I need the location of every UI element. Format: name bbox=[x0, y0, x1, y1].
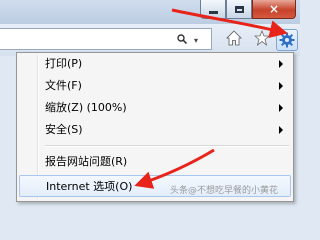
menu-item-report-website-problems[interactable]: 报告网站问题(R) bbox=[19, 151, 291, 173]
menu-item-safety[interactable]: 安全(S) bbox=[19, 119, 291, 141]
menu-item-label: 缩放(Z) (100%) bbox=[45, 101, 127, 114]
submenu-arrow-icon bbox=[279, 82, 283, 90]
menu-item-label: Internet 选项(O) bbox=[46, 180, 133, 193]
minimize-button[interactable] bbox=[200, 0, 226, 19]
menu-separator bbox=[45, 145, 289, 147]
address-search-box[interactable]: ▾ bbox=[0, 28, 212, 50]
close-icon: × bbox=[268, 2, 280, 16]
menu-item-label: 打印(P) bbox=[45, 57, 83, 70]
menu-item-label: 报告网站问题(R) bbox=[45, 155, 128, 168]
gear-icon bbox=[279, 32, 295, 48]
menu-item-print[interactable]: 打印(P) bbox=[19, 53, 291, 75]
submenu-arrow-icon bbox=[279, 126, 283, 134]
title-bar: × bbox=[0, 0, 300, 24]
tools-gear-button[interactable] bbox=[276, 29, 298, 51]
menu-item-zoom[interactable]: 缩放(Z) (100%) bbox=[19, 97, 291, 119]
menu-item-label: 安全(S) bbox=[45, 123, 83, 136]
favorites-star-icon[interactable] bbox=[254, 30, 270, 46]
maximize-icon bbox=[234, 5, 244, 13]
watermark-text: 头条@不想吃早餐的小黄花 bbox=[170, 186, 279, 196]
home-icon[interactable] bbox=[226, 30, 242, 46]
menu-item-file[interactable]: 文件(F) bbox=[19, 75, 291, 97]
maximize-button[interactable] bbox=[226, 0, 252, 19]
submenu-arrow-icon bbox=[279, 60, 283, 68]
minimize-icon bbox=[208, 10, 218, 14]
tools-menu: 打印(P) 文件(F) 缩放(Z) (100%) 安全(S) 报告网站问题(R)… bbox=[16, 52, 294, 202]
menu-item-label: 文件(F) bbox=[45, 79, 82, 92]
close-button[interactable]: × bbox=[252, 0, 296, 19]
search-dropdown-icon[interactable]: ▾ bbox=[194, 36, 198, 45]
submenu-arrow-icon bbox=[279, 104, 283, 112]
search-icon[interactable] bbox=[177, 34, 187, 44]
